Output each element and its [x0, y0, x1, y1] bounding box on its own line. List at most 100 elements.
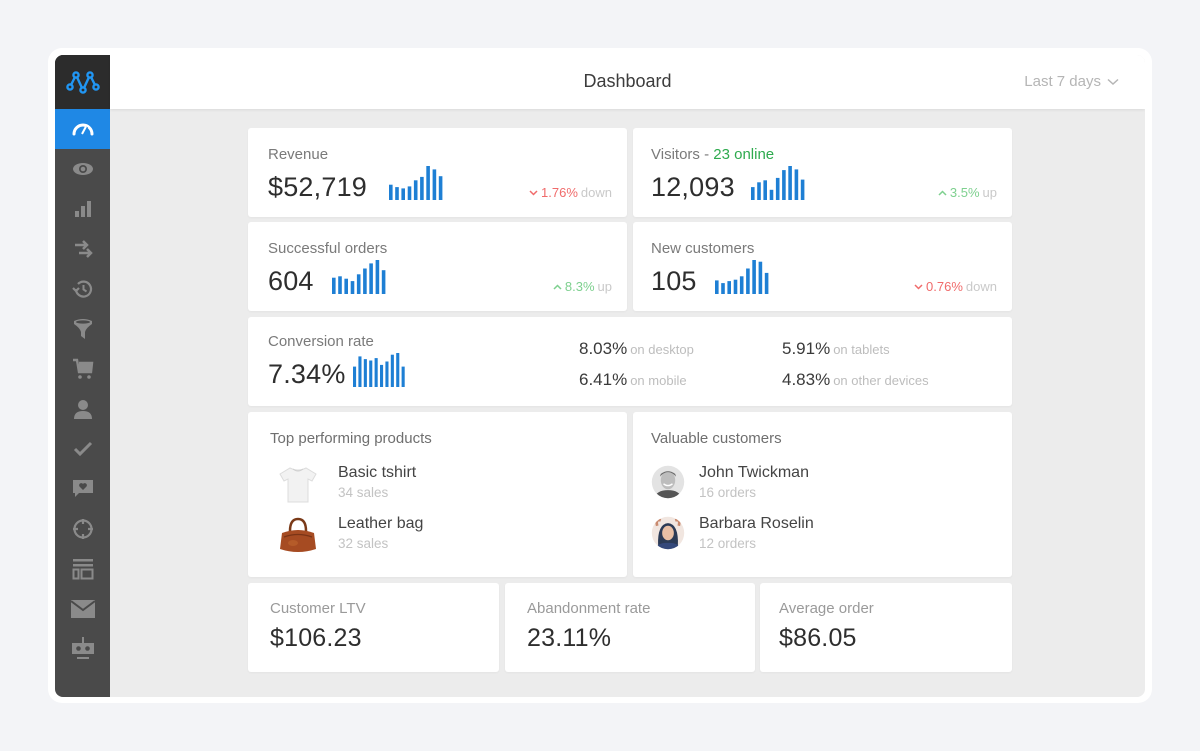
valuable-customers-card: Valuable customers John Twickman 16 orde… — [633, 412, 1012, 577]
product-name: Leather bag — [338, 515, 424, 532]
sidebar-item-orders[interactable] — [55, 349, 110, 389]
customer-item[interactable]: Barbara Roselin 12 orders — [633, 513, 1012, 557]
conversion-other-value: 4.83% — [782, 370, 831, 389]
conversion-desktop: 8.03% on desktop — [579, 339, 694, 359]
logo[interactable] — [55, 55, 110, 109]
sidebar-item-tasks[interactable] — [55, 429, 110, 469]
sparkline-bar — [763, 180, 767, 200]
sidebar-item-funnel[interactable] — [55, 309, 110, 349]
visitors-card[interactable]: Visitors - 23 online 12,093 3.5% up — [633, 128, 1012, 217]
orders-card[interactable]: Successful orders 604 8.3% up — [248, 222, 627, 311]
revenue-value: $52,719 — [268, 172, 367, 202]
sparkline-bar — [401, 188, 405, 200]
product-item[interactable]: Basic tshirt 34 sales — [248, 462, 627, 506]
sparkline-bar — [788, 166, 792, 200]
abandonment-rate-value: 23.11% — [527, 624, 612, 652]
visitors-trend-word: up — [982, 185, 997, 200]
orders-trend-word: up — [597, 279, 612, 294]
new-customers-value: 105 — [651, 266, 697, 296]
visitors-label: Visitors - 23 online — [651, 146, 774, 163]
visitors-separator: - — [699, 146, 714, 163]
orders-value: 604 — [268, 266, 314, 296]
avatar-barbara — [651, 516, 685, 550]
sparkline-bar — [757, 182, 761, 200]
sparkline-bar — [407, 186, 412, 200]
visitors-trend-percent: 3.5% — [949, 185, 980, 200]
sidebar-item-history[interactable] — [55, 269, 110, 309]
sparkline-bar — [413, 180, 418, 200]
valuable-customers-title: Valuable customers — [651, 430, 782, 447]
average-order-value: $86.05 — [779, 624, 857, 652]
new-customers-sparkline — [715, 260, 769, 294]
abandonment-rate-card[interactable]: Abandonment rate 23.11% — [505, 583, 755, 672]
customer-ltv-card[interactable]: Customer LTV $106.23 — [248, 583, 499, 672]
speedometer-icon — [72, 123, 93, 136]
sidebar-item-customers[interactable] — [55, 389, 110, 429]
sidebar-item-messages[interactable] — [55, 589, 110, 629]
average-order-card[interactable]: Average order $86.05 — [760, 583, 1012, 672]
sidebar-item-automation[interactable] — [55, 629, 110, 669]
robot-icon — [71, 637, 94, 659]
sidebar-item-transfers[interactable] — [55, 229, 110, 269]
sidebar-item-visitors[interactable] — [55, 149, 110, 189]
history-icon — [71, 280, 92, 298]
sparkline-bar — [338, 276, 342, 294]
sparkline-bar — [782, 170, 786, 200]
revenue-label: Revenue — [268, 146, 329, 163]
conversion-tablets: 5.91% on tablets — [782, 339, 890, 359]
sparkline-bar — [715, 280, 719, 294]
revenue-trend-percent: 1.76% — [541, 185, 578, 200]
orders-trend: 8.3% up — [553, 279, 612, 294]
sparkline-bar — [420, 176, 424, 200]
sparkline-bar — [385, 361, 389, 387]
product-name: Basic tshirt — [338, 464, 417, 481]
avatar-john — [651, 465, 685, 499]
sparkline-bar — [350, 281, 355, 294]
bar-chart-icon — [74, 201, 91, 217]
customer-name: John Twickman — [699, 464, 809, 481]
top-bar: Dashboard Last 7 days — [110, 55, 1145, 109]
customer-name: Barbara Roselin — [699, 515, 814, 532]
dashboard-app: Dashboard Last 7 days Revenue $52,719 1.… — [55, 55, 1145, 697]
sparkline-bar — [769, 189, 774, 200]
sidebar — [55, 55, 110, 697]
conversion-tablets-label: on tablets — [833, 342, 890, 357]
sidebar-item-feedback[interactable] — [55, 469, 110, 509]
cart-icon — [72, 358, 93, 379]
sidebar-item-reports[interactable] — [55, 189, 110, 229]
sparkline-bar — [751, 187, 755, 200]
customer-orders: 12 orders — [699, 536, 757, 551]
abandonment-rate-label: Abandonment rate — [527, 600, 651, 617]
new-customers-card[interactable]: New customers 105 0.76% down — [633, 222, 1012, 311]
conversion-mobile: 6.41% on mobile — [579, 370, 687, 390]
conversion-mobile-value: 6.41% — [579, 370, 628, 389]
customer-item[interactable]: John Twickman 16 orders — [633, 462, 1012, 506]
target-icon — [72, 519, 93, 539]
new-customers-trend-percent: 0.76% — [926, 279, 963, 294]
heart-message-icon — [72, 480, 93, 497]
revenue-card[interactable]: Revenue $52,719 1.76% down — [248, 128, 627, 217]
conversion-label: Conversion rate — [268, 333, 374, 350]
sparkline-bar — [764, 272, 769, 294]
date-range-dropdown[interactable]: Last 7 days — [1024, 73, 1119, 90]
sparkline-bar — [389, 184, 393, 200]
sparkline-bar — [363, 268, 367, 294]
conversion-card[interactable]: Conversion rate 7.34% 8.03% on desktop 5.… — [248, 317, 1012, 406]
customer-ltv-value: $106.23 — [270, 624, 362, 652]
sparkline-bar — [332, 277, 336, 294]
sparkline-bar — [426, 166, 430, 200]
product-item[interactable]: Leather bag 32 sales — [248, 513, 627, 557]
sparkline-bar — [358, 356, 362, 387]
top-products-card: Top performing products Basic tshirt 34 … — [248, 412, 627, 577]
sidebar-item-layouts[interactable] — [55, 549, 110, 589]
sparkline-bar — [727, 281, 731, 294]
visitors-value: 12,093 — [651, 172, 735, 202]
date-range-label: Last 7 days — [1024, 73, 1101, 90]
sparkline-bar — [374, 358, 378, 387]
sidebar-item-dashboard[interactable] — [55, 109, 110, 149]
trend-up-icon — [553, 283, 562, 290]
visitors-trend: 3.5% up — [938, 185, 997, 200]
revenue-sparkline — [389, 166, 443, 200]
sidebar-item-targets[interactable] — [55, 509, 110, 549]
sparkline-bar — [733, 279, 738, 294]
